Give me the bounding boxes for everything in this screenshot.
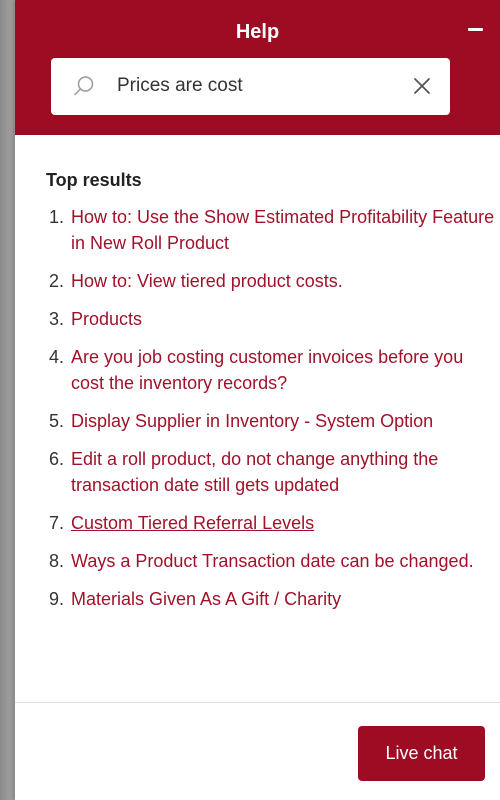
help-header: Help bbox=[15, 0, 500, 135]
result-link[interactable]: How to: View tiered product costs. bbox=[71, 271, 343, 291]
live-chat-button[interactable]: Live chat bbox=[358, 726, 485, 781]
result-link[interactable]: Edit a roll product, do not change anyth… bbox=[71, 449, 438, 495]
result-link-hovered[interactable]: Custom Tiered Referral Levels bbox=[71, 513, 314, 533]
list-item: 7. Custom Tiered Referral Levels bbox=[46, 510, 496, 536]
list-item: 2. How to: View tiered product costs. bbox=[46, 268, 496, 294]
result-number: 2. bbox=[49, 271, 65, 291]
result-number: 9. bbox=[49, 589, 65, 609]
list-item: 4. Are you job costing customer invoices… bbox=[46, 344, 496, 396]
minimize-button[interactable] bbox=[462, 16, 488, 42]
list-item: 1. How to: Use the Show Estimated Profit… bbox=[46, 204, 496, 256]
minimize-icon bbox=[467, 27, 483, 31]
list-item: 6. Edit a roll product, do not change an… bbox=[46, 446, 496, 498]
result-number: 7. bbox=[49, 513, 65, 533]
result-number: 8. bbox=[49, 551, 65, 571]
result-number: 6. bbox=[49, 449, 65, 469]
list-item: 5. Display Supplier in Inventory - Syste… bbox=[46, 408, 496, 434]
list-item: 3. Products bbox=[46, 306, 496, 332]
result-link[interactable]: How to: Use the Show Estimated Profitabi… bbox=[71, 207, 494, 253]
result-number: 4. bbox=[49, 347, 65, 367]
results-heading: Top results bbox=[46, 170, 142, 190]
result-link[interactable]: Are you job costing customer invoices be… bbox=[71, 347, 463, 393]
result-number: 5. bbox=[49, 411, 65, 431]
footer-divider bbox=[15, 702, 500, 703]
result-link[interactable]: Materials Given As A Gift / Charity bbox=[71, 589, 341, 609]
search-icon bbox=[74, 76, 94, 96]
list-item: 8. Ways a Product Transaction date can b… bbox=[46, 548, 496, 574]
result-number: 3. bbox=[49, 309, 65, 329]
result-link[interactable]: Products bbox=[71, 309, 142, 329]
close-icon[interactable] bbox=[410, 74, 434, 98]
help-title: Help bbox=[235, 21, 280, 43]
search-box[interactable] bbox=[51, 58, 450, 115]
result-link[interactable]: Display Supplier in Inventory - System O… bbox=[71, 411, 433, 431]
results-list: 1. How to: Use the Show Estimated Profit… bbox=[46, 204, 496, 612]
result-link[interactable]: Ways a Product Transaction date can be c… bbox=[71, 551, 474, 571]
results-section: Top results 1. How to: Use the Show Esti… bbox=[46, 168, 496, 624]
help-panel: Help Top results 1. How to: Use the Show… bbox=[15, 0, 500, 800]
search-input[interactable] bbox=[117, 66, 387, 106]
list-item: 9. Materials Given As A Gift / Charity bbox=[46, 586, 496, 612]
result-number: 1. bbox=[49, 207, 65, 227]
